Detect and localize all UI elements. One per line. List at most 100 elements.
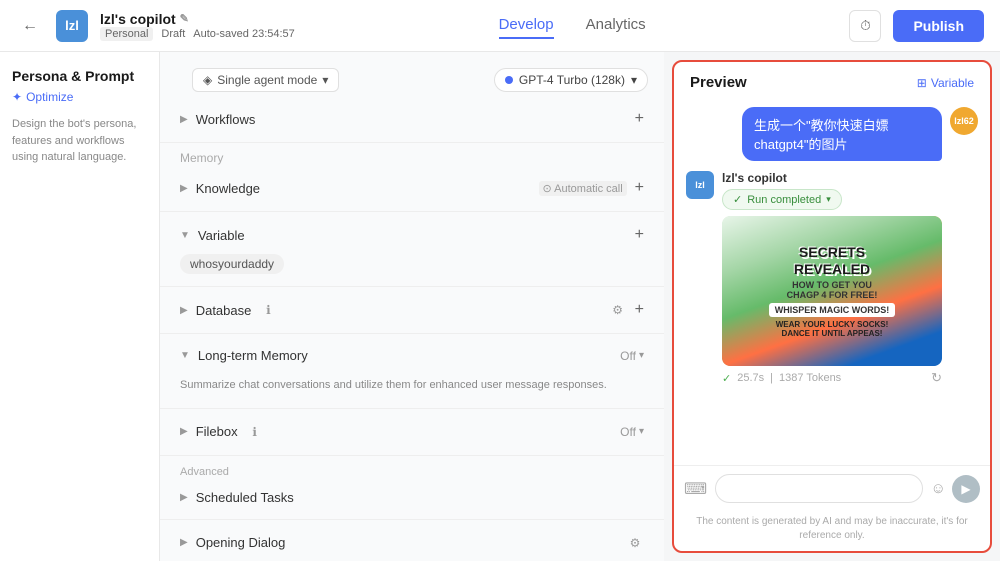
gpt-chevron: ▾ [631,73,637,87]
personal-badge: Personal [100,27,153,41]
persona-title: Persona & Prompt [12,68,147,84]
ltm-toggle[interactable]: Off ▾ [620,349,644,363]
image-title: SECRETSREVEALED [794,244,870,278]
advanced-label: Advanced [160,460,664,480]
image-whisper: WHISPER MAGIC WORDS! [769,303,896,317]
sparkle-icon: ✦ [12,90,22,104]
middle-panel: ◈ Single agent mode ▾ GPT-4 Turbo (128k)… [160,52,664,561]
database-section: ▶ Database ℹ ⚙ + [160,291,664,329]
variable-add-icon[interactable]: + [635,226,644,244]
database-collapse-icon[interactable]: ▶ [180,305,188,316]
message-meta: ✓ 25.7s | 1387 Tokens ↻ [722,370,942,386]
bot-message-content: lzl's copilot ✓ Run completed ▾ SECRETSR… [722,171,942,386]
optimize-button[interactable]: ✦ Optimize [12,90,147,104]
nav-title-area: lzl's copilot ✎ Personal Draft Auto-save… [100,11,295,41]
scheduled-label: Scheduled Tasks [196,490,294,505]
middle-top-bar: ◈ Single agent mode ▾ GPT-4 Turbo (128k)… [160,60,664,100]
bot-avatar: lzl [56,10,88,42]
autosave-label: Auto-saved 23:54:57 [193,28,295,40]
filebox-section: ▶ Filebox ℹ Off ▾ [160,413,664,451]
history-button[interactable]: ⏱ [849,10,881,42]
knowledge-section: ▶ Knowledge ⊙ Automatic call + [160,169,664,207]
image-inner: SECRETSREVEALED HOW TO GET YOUCHAGP 4 FO… [722,216,942,366]
ltm-collapse-icon[interactable]: ▼ [180,350,190,361]
keyboard-icon[interactable]: ⌨ [684,479,707,499]
preview-input-field[interactable] [715,474,923,503]
preview-footer: The content is generated by AI and may b… [674,511,990,551]
edit-icon[interactable]: ✎ [180,12,189,25]
search-icon: ⊙ [543,183,552,195]
workflows-collapse-icon[interactable]: ▶ [180,114,188,125]
user-message-bubble: 生成一个"教你快速白嫖chatgpt4"的图片 [742,107,942,161]
run-completed-badge[interactable]: ✓ Run completed ▾ [722,189,842,210]
refresh-button[interactable]: ↻ [931,370,942,386]
check-circle-icon: ✓ [733,193,742,206]
variable-chip: whosyourdaddy [160,254,664,282]
scheduled-collapse-icon[interactable]: ▶ [180,492,188,503]
user-avatar: lzl62 [950,107,978,135]
send-button[interactable]: ▶ [952,475,980,503]
preview-title: Preview [690,74,747,91]
knowledge-badge: ⊙ Automatic call [539,181,627,196]
ltm-toggle-chevron: ▾ [639,350,644,361]
back-icon: ← [22,17,38,35]
opening-dialog-section: ▶ Opening Dialog ⚙ [160,524,664,561]
filebox-chevron: ▾ [639,426,644,437]
filebox-collapse-icon[interactable]: ▶ [180,426,188,437]
publish-button[interactable]: Publish [893,10,984,42]
preview-header: Preview ⊞ Variable [674,62,990,99]
persona-desc: Design the bot's persona, features and w… [12,116,147,166]
meta-separator: | [770,372,773,384]
opening-collapse-icon[interactable]: ▶ [180,537,188,548]
image-dance: DANCE IT UNTIL APPEAS! [782,329,883,338]
run-chevron-icon: ▾ [826,194,831,205]
history-icon: ⏱ [860,18,870,34]
agent-icon: ◈ [203,73,212,87]
nav-meta: Personal Draft Auto-saved 23:54:57 [100,27,295,41]
bot-message-row: lzl lzl's copilot ✓ Run completed ▾ [686,171,978,386]
gpt-selector[interactable]: GPT-4 Turbo (128k) ▾ [494,68,648,92]
gpt-dot [505,76,513,84]
ltm-label: Long-term Memory [198,348,308,363]
nav-actions: ⏱ Publish [849,10,984,42]
tab-develop[interactable]: Develop [499,12,554,39]
mode-selector[interactable]: ◈ Single agent mode ▾ [192,68,339,92]
ltm-desc: Summarize chat conversations and utilize… [160,373,664,404]
knowledge-add-icon[interactable]: + [635,179,644,197]
variable-section-header: ▼ Variable + [160,216,664,254]
workflows-section: ▶ Workflows + [160,100,664,138]
user-message-row: lzl62 生成一个"教你快速白嫖chatgpt4"的图片 [686,107,978,161]
image-socks: WEAR YOUR LUCKY SOCKS! [776,320,889,329]
bot-avatar: lzl [686,171,714,199]
filebox-toggle[interactable]: Off ▾ [620,425,644,439]
workflows-label: Workflows [196,112,256,127]
mode-chevron: ▾ [322,73,328,87]
opening-settings-icon[interactable]: ⚙ [626,534,644,552]
user-bubble: 生成一个"教你快速白嫖chatgpt4"的图片 [742,107,942,161]
database-settings-icon[interactable]: ⚙ [609,301,627,319]
preview-variable-button[interactable]: ⊞ Variable [917,76,974,90]
time-label: 25.7s [737,372,764,384]
scheduled-tasks-section: ▶ Scheduled Tasks [160,480,664,515]
variable-table-icon: ⊞ [917,76,927,90]
back-button[interactable]: ← [16,12,44,40]
tab-analytics[interactable]: Analytics [586,12,646,39]
emoji-icon[interactable]: ☺ [931,480,946,497]
knowledge-label: Knowledge [196,181,260,196]
filebox-label: Filebox [196,424,238,439]
nav-center: Develop Analytics [307,12,838,39]
image-subtitle1: HOW TO GET YOUCHAGP 4 FOR FREE! [787,280,878,300]
filebox-info-icon: ℹ [246,423,264,441]
left-sidebar: Persona & Prompt ✦ Optimize Design the b… [0,52,160,561]
workflows-add-icon[interactable]: + [635,110,644,128]
opening-label: Opening Dialog [196,535,286,550]
bot-av-icon: lzl [695,180,705,190]
preview-input-area: ⌨ ☺ ▶ [674,465,990,511]
knowledge-collapse-icon[interactable]: ▶ [180,183,188,194]
variable-collapse-icon[interactable]: ▼ [180,230,190,241]
preview-panel: Preview ⊞ Variable lzl62 生成一个"教你快速白嫖chat… [672,60,992,553]
database-label: Database [196,303,252,318]
preview-messages: lzl62 生成一个"教你快速白嫖chatgpt4"的图片 lzl lzl's … [674,99,990,465]
database-add-icon[interactable]: + [635,301,644,319]
send-icon: ▶ [961,482,970,496]
